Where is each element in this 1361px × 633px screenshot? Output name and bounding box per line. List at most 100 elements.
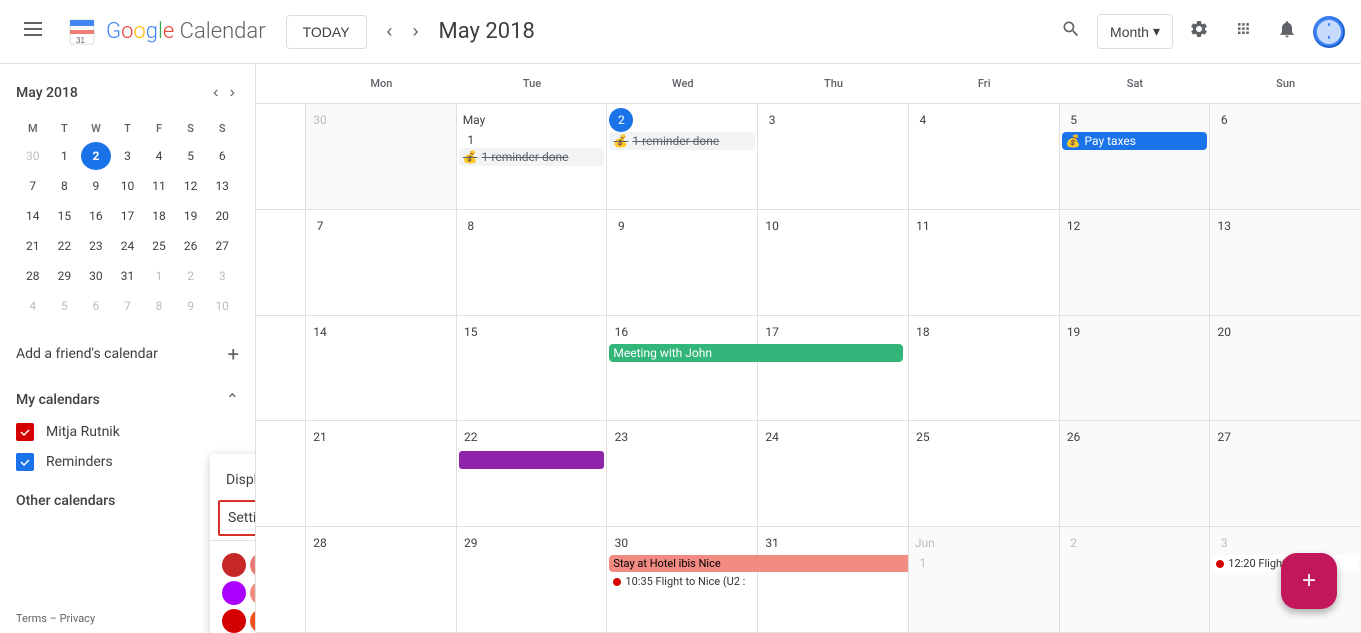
view-selector[interactable]: Month ▾ <box>1097 14 1173 49</box>
mini-cal-day[interactable]: 5 <box>50 292 80 320</box>
day-cell-may31[interactable]: 31 <box>758 527 909 632</box>
mini-cal-day[interactable]: 8 <box>50 172 80 200</box>
day-cell-may5[interactable]: 5 💰 Pay taxes <box>1060 104 1211 209</box>
date-number[interactable]: 2 <box>1062 531 1086 555</box>
day-cell-may1[interactable]: May 1 💰 1 reminder done <box>457 104 608 209</box>
day-cell-may17[interactable]: 17 <box>758 316 909 421</box>
day-cell-may6[interactable]: 6 <box>1210 104 1361 209</box>
date-number[interactable]: 19 <box>1062 320 1086 344</box>
day-cell-may16[interactable]: 16 Meeting with John <box>607 316 758 421</box>
date-number[interactable]: 7 <box>308 214 332 238</box>
mini-cal-day[interactable]: 4 <box>144 142 174 170</box>
mini-cal-day[interactable]: 6 <box>207 142 237 170</box>
day-cell-may8[interactable]: 8 <box>457 210 608 315</box>
date-number[interactable]: 30 <box>609 531 633 555</box>
date-number[interactable]: 28 <box>308 531 332 555</box>
date-number[interactable]: 21 <box>308 425 332 449</box>
day-cell-may12[interactable]: 12 <box>1060 210 1211 315</box>
date-number[interactable]: 18 <box>911 320 935 344</box>
add-friend-calendar[interactable]: Add a friend's calendar + <box>0 334 255 374</box>
date-number[interactable]: 30 <box>308 108 332 132</box>
apps-icon[interactable] <box>1225 11 1261 52</box>
color-swatch[interactable] <box>250 553 256 577</box>
day-cell-may20[interactable]: 20 <box>1210 316 1361 421</box>
event-reminder-done[interactable]: 💰 1 reminder done <box>609 132 755 150</box>
avatar[interactable] <box>1313 16 1345 48</box>
date-number[interactable]: 4 <box>911 108 935 132</box>
date-number[interactable]: 13 <box>1212 214 1236 238</box>
mini-cal-day[interactable]: 10 <box>113 172 143 200</box>
mini-cal-day-today[interactable]: 2 <box>81 142 111 170</box>
prev-button[interactable]: ‹ <box>379 13 401 50</box>
date-number[interactable]: 27 <box>1212 425 1236 449</box>
mini-cal-day[interactable]: 29 <box>50 262 80 290</box>
mini-cal-day[interactable]: 30 <box>81 262 111 290</box>
day-cell-may26[interactable]: 26 <box>1060 421 1211 526</box>
date-number[interactable]: May 1 <box>459 108 483 132</box>
day-cell-may9[interactable]: 9 <box>607 210 758 315</box>
day-cell-jun2[interactable]: 2 <box>1060 527 1211 632</box>
mini-cal-day[interactable]: 9 <box>176 292 206 320</box>
search-icon[interactable] <box>1053 11 1089 52</box>
date-number[interactable]: 3 <box>760 108 784 132</box>
mini-prev-button[interactable]: ‹ <box>209 80 222 106</box>
settings-icon[interactable] <box>1181 11 1217 52</box>
date-number[interactable]: 25 <box>911 425 935 449</box>
display-only-menu-item[interactable]: Display this only <box>210 462 256 498</box>
day-cell-may27[interactable]: 27 <box>1210 421 1361 526</box>
mini-cal-day[interactable]: 12 <box>176 172 206 200</box>
event-flight-nice[interactable]: 10:35 Flight to Nice (U2 : <box>609 573 755 590</box>
date-number[interactable]: 11 <box>911 214 935 238</box>
my-calendars-header[interactable]: My calendars ⌃ <box>0 382 255 417</box>
day-cell-may19[interactable]: 19 <box>1060 316 1211 421</box>
calendar-checkbox-reminders[interactable] <box>16 453 34 471</box>
date-number[interactable]: 16 <box>609 320 633 344</box>
mini-cal-day[interactable]: 5 <box>176 142 206 170</box>
settings-sharing-menu-item[interactable]: Settings and sharing <box>218 500 256 536</box>
calendar-item-mitja[interactable]: Mitja Rutnik <box>0 417 255 447</box>
event-purple[interactable] <box>459 451 605 469</box>
mini-cal-day[interactable]: 18 <box>144 202 174 230</box>
day-cell-may14[interactable]: 14 <box>306 316 457 421</box>
date-number[interactable]: 3 <box>1212 531 1236 555</box>
mini-cal-day[interactable]: 2 <box>176 262 206 290</box>
date-number[interactable]: 5 <box>1062 108 1086 132</box>
mini-cal-day[interactable]: 31 <box>113 262 143 290</box>
create-event-fab[interactable]: + <box>1281 553 1337 609</box>
day-cell-may3[interactable]: 3 <box>758 104 909 209</box>
day-cell-apr30[interactable]: 30 <box>306 104 457 209</box>
date-number[interactable]: 14 <box>308 320 332 344</box>
date-number[interactable]: 15 <box>459 320 483 344</box>
mini-cal-day[interactable]: 3 <box>113 142 143 170</box>
color-swatch[interactable] <box>250 609 256 633</box>
date-number[interactable]: 29 <box>459 531 483 555</box>
color-swatch[interactable] <box>222 581 246 605</box>
date-number[interactable]: 26 <box>1062 425 1086 449</box>
day-cell-may25[interactable]: 25 <box>909 421 1060 526</box>
mini-cal-day[interactable]: 3 <box>207 262 237 290</box>
next-button[interactable]: › <box>405 13 427 50</box>
mini-cal-day[interactable]: 24 <box>113 232 143 260</box>
date-number[interactable]: 24 <box>760 425 784 449</box>
today-button[interactable]: TODAY <box>286 15 367 49</box>
day-cell-may23[interactable]: 23 <box>607 421 758 526</box>
day-cell-may29[interactable]: 29 <box>457 527 608 632</box>
mini-cal-day[interactable]: 9 <box>81 172 111 200</box>
day-cell-may15[interactable]: 15 <box>457 316 608 421</box>
mini-cal-day[interactable]: 8 <box>144 292 174 320</box>
event-reminder[interactable]: 💰 1 reminder done <box>459 148 605 166</box>
mini-cal-day[interactable]: 7 <box>18 172 48 200</box>
mini-cal-day[interactable]: 17 <box>113 202 143 230</box>
mini-cal-day[interactable]: 10 <box>207 292 237 320</box>
mini-next-button[interactable]: › <box>226 80 239 106</box>
day-cell-may11[interactable]: 11 <box>909 210 1060 315</box>
day-cell-may7[interactable]: 7 <box>306 210 457 315</box>
terms-label[interactable]: Terms <box>16 612 47 625</box>
calendar-checkbox-mitja[interactable] <box>16 423 34 441</box>
mini-cal-day[interactable]: 19 <box>176 202 206 230</box>
mini-cal-day[interactable]: 23 <box>81 232 111 260</box>
day-cell-may22[interactable]: 22 <box>457 421 608 526</box>
date-number[interactable]: 22 <box>459 425 483 449</box>
day-cell-may24[interactable]: 24 <box>758 421 909 526</box>
date-number[interactable]: 9 <box>609 214 633 238</box>
